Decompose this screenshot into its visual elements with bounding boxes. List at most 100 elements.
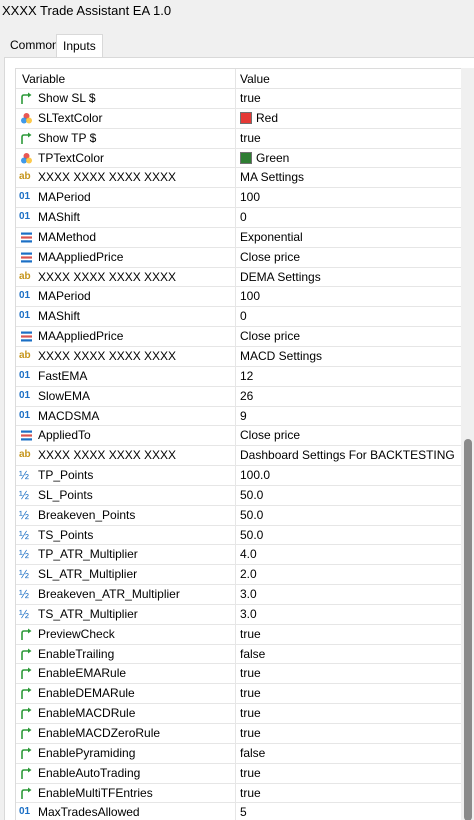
variable-cell[interactable]: Show SL $ — [16, 89, 236, 108]
table-row[interactable]: Show TP $ true — [16, 128, 461, 149]
table-row[interactable]: SLTextColor Red — [16, 108, 461, 129]
variable-cell[interactable]: 01 MACDSMA — [16, 406, 236, 426]
variable-cell[interactable]: EnableDEMARule — [16, 684, 236, 704]
table-row[interactable]: ab XXXX XXXX XXXX XXXX MA Settings — [16, 168, 461, 189]
value-cell[interactable]: MA Settings — [236, 168, 461, 187]
value-cell[interactable]: MACD Settings — [236, 347, 461, 366]
table-row[interactable]: EnableDEMARule true — [16, 684, 461, 705]
value-cell[interactable]: 3.0 — [236, 585, 461, 604]
variable-cell[interactable]: EnableMultiTFEntries — [16, 783, 236, 803]
value-cell[interactable]: true — [236, 724, 461, 743]
table-row[interactable]: EnableEMARule true — [16, 664, 461, 685]
variable-cell[interactable]: ab XXXX XXXX XXXX XXXX — [16, 446, 236, 466]
value-cell[interactable]: Red — [236, 109, 461, 128]
table-row[interactable]: ½ SL_ATR_Multiplier 2.0 — [16, 565, 461, 586]
table-row[interactable]: PreviewCheck true — [16, 624, 461, 645]
value-cell[interactable]: 0 — [236, 208, 461, 227]
variable-cell[interactable]: 01 MAPeriod — [16, 188, 236, 208]
table-row[interactable]: EnableAutoTrading true — [16, 763, 461, 784]
column-header-variable[interactable]: Variable — [16, 69, 236, 89]
table-row[interactable]: 01 MAPeriod 100 — [16, 287, 461, 308]
variable-cell[interactable]: ½ TS_Points — [16, 525, 236, 545]
table-row[interactable]: ab XXXX XXXX XXXX XXXX MACD Settings — [16, 346, 461, 367]
variable-cell[interactable]: ab XXXX XXXX XXXX XXXX — [16, 267, 236, 287]
table-row[interactable]: 01 MACDSMA 9 — [16, 406, 461, 427]
value-cell[interactable]: true — [236, 684, 461, 703]
variable-cell[interactable]: 01 MAShift — [16, 307, 236, 327]
variable-cell[interactable]: EnableEMARule — [16, 664, 236, 684]
value-cell[interactable]: 2.0 — [236, 565, 461, 584]
variable-cell[interactable]: MAMethod — [16, 227, 236, 247]
variable-cell[interactable]: 01 MAPeriod — [16, 287, 236, 307]
value-cell[interactable]: 50.0 — [236, 506, 461, 525]
table-row[interactable]: ½ SL_Points 50.0 — [16, 485, 461, 506]
variable-cell[interactable]: ½ SL_ATR_Multiplier — [16, 565, 236, 585]
color-swatch[interactable] — [240, 151, 252, 164]
variable-cell[interactable]: 01 MAShift — [16, 208, 236, 228]
table-row[interactable]: EnableMACDZeroRule true — [16, 724, 461, 744]
color-swatch[interactable] — [240, 111, 252, 124]
value-cell[interactable]: 0 — [236, 307, 461, 326]
value-cell[interactable]: Green — [236, 149, 461, 168]
value-cell[interactable]: true — [236, 625, 461, 644]
value-cell[interactable]: 100 — [236, 188, 461, 207]
variable-cell[interactable]: ½ SL_Points — [16, 485, 236, 505]
variable-cell[interactable]: ab XXXX XXXX XXXX XXXX — [16, 168, 236, 188]
table-row[interactable]: ab XXXX XXXX XXXX XXXX DEMA Settings — [16, 267, 461, 288]
table-row[interactable]: ab XXXX XXXX XXXX XXXX Dashboard Settings … — [16, 446, 461, 467]
table-row[interactable]: 01 MAShift 0 — [16, 208, 461, 228]
value-cell[interactable]: true — [236, 89, 461, 108]
value-cell[interactable]: true — [236, 129, 461, 148]
value-cell[interactable]: Close price — [236, 426, 461, 445]
value-cell[interactable]: Close price — [236, 248, 461, 267]
table-row[interactable]: ½ TP_ATR_Multiplier 4.0 — [16, 545, 461, 566]
value-cell[interactable]: Exponential — [236, 228, 461, 247]
variable-cell[interactable]: ½ Breakeven_ATR_Multiplier — [16, 585, 236, 605]
table-row[interactable]: ½ TS_ATR_Multiplier 3.0 — [16, 604, 461, 625]
value-cell[interactable]: 3.0 — [236, 605, 461, 624]
variable-cell[interactable]: AppliedTo — [16, 426, 236, 446]
table-row[interactable]: EnableMultiTFEntries true — [16, 783, 461, 804]
variable-cell[interactable]: PreviewCheck — [16, 624, 236, 644]
value-cell[interactable]: 50.0 — [236, 486, 461, 505]
variable-cell[interactable]: EnableTrailing — [16, 644, 236, 664]
variable-cell[interactable]: 01 MaxTradesAllowed — [16, 803, 236, 820]
value-cell[interactable]: 100 — [236, 287, 461, 306]
variable-cell[interactable]: 01 SlowEMA — [16, 386, 236, 406]
table-row[interactable]: ½ Breakeven_ATR_Multiplier 3.0 — [16, 585, 461, 605]
value-cell[interactable]: DEMA Settings — [236, 268, 461, 287]
variable-cell[interactable]: MAAppliedPrice — [16, 327, 236, 347]
table-row[interactable]: EnablePyramiding false — [16, 743, 461, 764]
table-row[interactable]: AppliedTo Close price — [16, 426, 461, 447]
variable-cell[interactable]: ½ Breakeven_Points — [16, 505, 236, 525]
table-row[interactable]: 01 MAPeriod 100 — [16, 188, 461, 209]
variable-cell[interactable]: SLTextColor — [16, 108, 236, 128]
variable-cell[interactable]: EnableMACDZeroRule — [16, 724, 236, 743]
variable-cell[interactable]: 01 FastEMA — [16, 366, 236, 386]
table-row[interactable]: 01 SlowEMA 26 — [16, 386, 461, 407]
table-row[interactable]: EnableTrailing false — [16, 644, 461, 665]
value-cell[interactable]: 9 — [236, 407, 461, 426]
variable-cell[interactable]: ½ TS_ATR_Multiplier — [16, 604, 236, 624]
value-cell[interactable]: true — [236, 664, 461, 683]
table-row[interactable]: 01 MAShift 0 — [16, 307, 461, 328]
table-row[interactable]: MAAppliedPrice Close price — [16, 247, 461, 268]
value-cell[interactable]: 12 — [236, 367, 461, 386]
scrollbar-thumb[interactable] — [464, 439, 472, 820]
variable-cell[interactable]: MAAppliedPrice — [16, 247, 236, 267]
value-cell[interactable]: false — [236, 744, 461, 763]
value-cell[interactable]: Dashboard Settings For BACKTESTING — [236, 446, 461, 465]
table-row[interactable]: EnableMACDRule true — [16, 704, 461, 724]
table-row[interactable]: 01 MaxTradesAllowed 5 — [16, 803, 461, 820]
variable-cell[interactable]: Show TP $ — [16, 128, 236, 148]
table-row[interactable]: MAMethod Exponential — [16, 227, 461, 248]
table-row[interactable]: ½ Breakeven_Points 50.0 — [16, 505, 461, 526]
value-cell[interactable]: 100.0 — [236, 466, 461, 485]
value-cell[interactable]: true — [236, 784, 461, 803]
table-row[interactable]: Show SL $ true — [16, 89, 461, 109]
value-cell[interactable]: 5 — [236, 803, 461, 820]
column-header-value[interactable]: Value — [236, 69, 461, 89]
variable-cell[interactable]: ½ TP_Points — [16, 466, 236, 486]
vertical-scrollbar[interactable] — [461, 68, 474, 820]
variable-cell[interactable]: ab XXXX XXXX XXXX XXXX — [16, 346, 236, 366]
